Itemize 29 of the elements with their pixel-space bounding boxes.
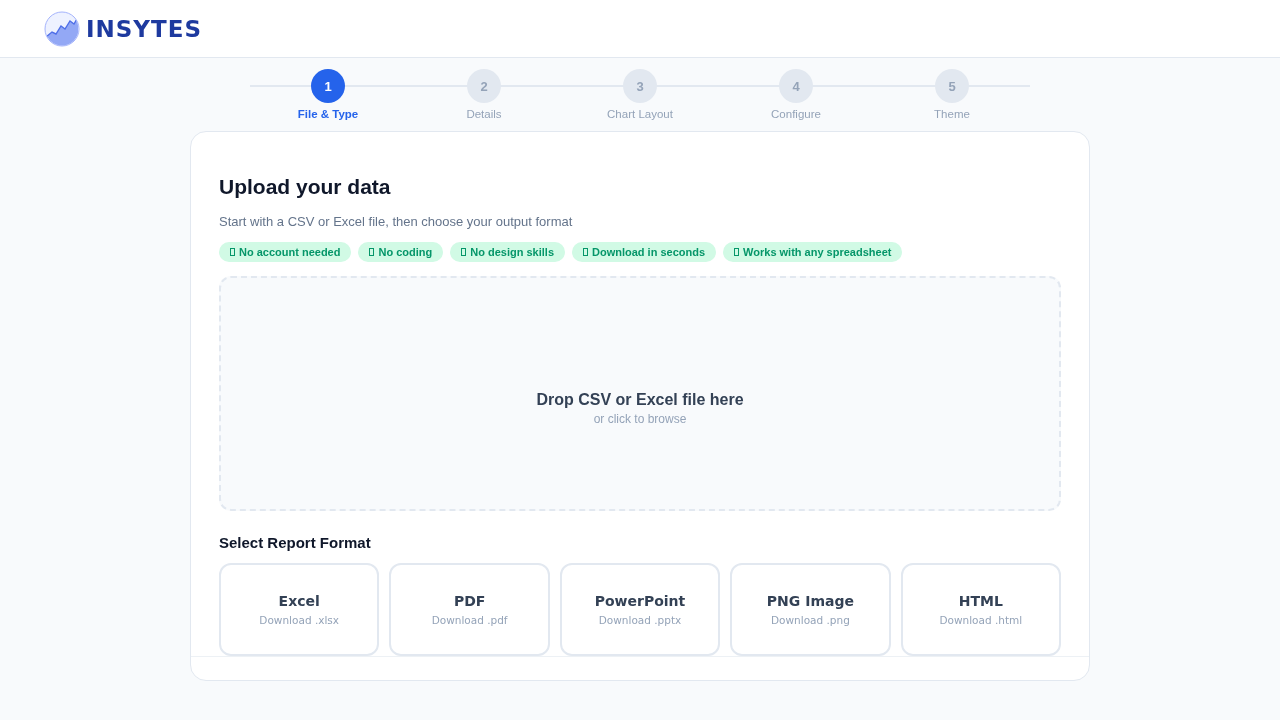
box-icon [734, 248, 740, 256]
step-label: Theme [934, 108, 970, 120]
box-icon [461, 248, 467, 256]
section-heading: Select Report Format [219, 533, 372, 553]
feature-tag-text: No coding [378, 246, 433, 258]
format-option[interactable]: PDF Download .pdf [389, 563, 550, 656]
feature-tag-text: Download in seconds [592, 246, 706, 258]
chart-logo-icon [44, 10, 80, 47]
logo-wordmark: INSYTES [86, 15, 202, 42]
dropzone-title: Drop CSV or Excel file here [536, 390, 744, 410]
box-icon [230, 248, 235, 256]
format-option[interactable]: Excel Download .xlsx [219, 563, 380, 656]
step-label: File & Type [297, 108, 359, 120]
step-label: Details [466, 108, 502, 120]
file-dropzone[interactable]: Drop CSV or Excel file here or click to browse [219, 276, 1061, 511]
step-label: Configure [771, 108, 821, 120]
page-subtitle: Start with a CSV or Excel file, then choose your output format [219, 213, 574, 231]
page-title: Upload your data [219, 174, 392, 200]
box-icon [583, 248, 588, 256]
feature-tag-text: No design skills [470, 246, 554, 258]
step-label: Chart Layout [607, 108, 673, 120]
feature-tag-text: No account needed [239, 246, 341, 258]
box-icon [369, 248, 375, 256]
format-option[interactable]: PNG Image Download .png [730, 563, 891, 656]
feature-tag-text: Works with any spreadsheet [743, 246, 892, 258]
format-option[interactable]: HTML Download .html [900, 563, 1062, 656]
format-option[interactable]: PowerPoint Download .pptx [559, 563, 721, 656]
dropzone-hint: or click to browse [593, 411, 687, 427]
step-number[interactable]: 1 [311, 69, 345, 103]
